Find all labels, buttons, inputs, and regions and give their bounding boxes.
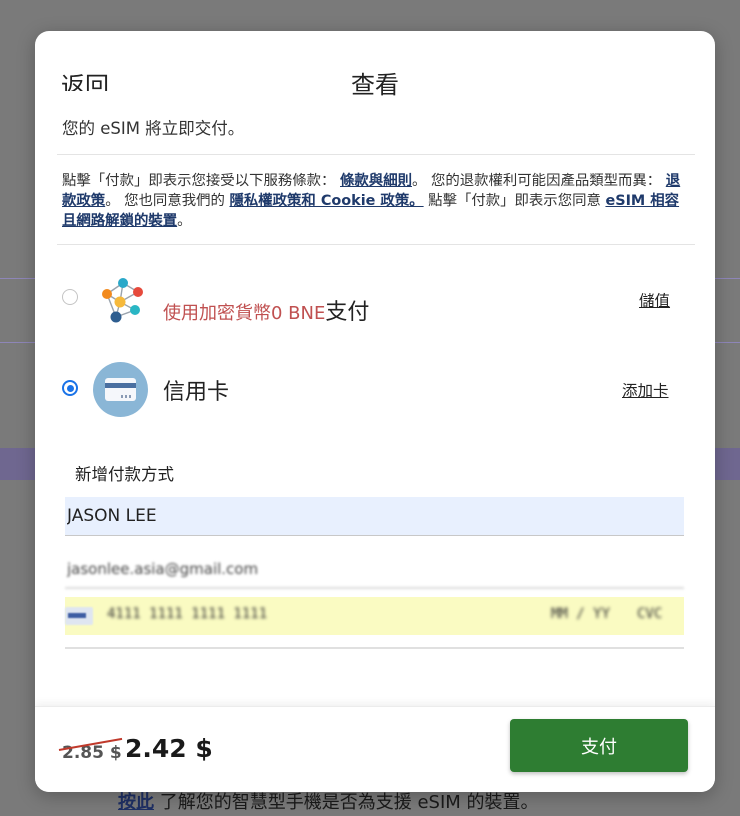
terms-text: 點擊「付款」即表示您接受以下服務條款： 條款與細則。 您的退款權利可能因產品類型… [62,171,686,231]
cardholder-name-input[interactable] [65,497,684,536]
credit-card-label: 信用卡 [163,380,230,405]
checkout-footer: 2.85 $ 2.42 $ 支付 [35,706,715,792]
discounted-price: 2.42 $ [125,734,213,763]
divider [57,154,695,155]
terms-text-part: 點擊「付款」即表示您同意 [423,193,606,209]
terms-text-part: 。 您也同意我們的 [105,193,230,209]
credit-card-icon [93,362,148,417]
privacy-policy-link[interactable]: 隱私權政策和 Cookie 政策。 [229,193,423,209]
terms-text-part: 。 您的退款權利可能因產品類型而異： [411,173,662,189]
email-input[interactable] [65,551,684,589]
card-field-underline [65,647,684,649]
top-up-link[interactable]: 儲值 [639,289,670,311]
modal-title: 查看 [351,71,399,99]
backdrop-footer-text: 了解您的智慧型手機是否為支援 eSIM 的裝置。 [154,792,539,813]
crypto-pay-label: 支付 [325,300,370,325]
card-number-input[interactable]: 4111 1111 1111 1111 [107,606,267,622]
credit-card-radio[interactable] [62,380,78,396]
add-payment-method-title: 新增付款方式 [75,465,174,484]
card-cvc-input[interactable]: CVC [637,606,662,622]
terms-link[interactable]: 條款與細則 [340,173,412,189]
esim-compatibility-link[interactable]: 按此 [118,792,154,813]
crypto-network-icon [102,278,143,323]
add-card-link[interactable]: 添加卡 [622,379,669,401]
terms-text-part: 。 [177,213,192,229]
card-brand-icon [65,607,93,625]
terms-text-part: 點擊「付款」即表示您接受以下服務條款： [62,173,336,189]
crypto-balance-label: 使用加密貨幣0 BNE [163,303,326,324]
divider [57,244,695,245]
pay-button[interactable]: 支付 [510,719,688,772]
card-details-field[interactable]: 4111 1111 1111 1111 MM / YY CVC [65,597,684,635]
card-expiry-input[interactable]: MM / YY [551,606,610,622]
crypto-option-label: 使用加密貨幣0 BNE支付 [163,294,369,326]
crypto-payment-radio[interactable] [62,289,78,305]
delivery-note: 您的 eSIM 將立即交付。 [62,119,245,138]
checkout-modal: 返回 查看 您的 eSIM 將立即交付。 點擊「付款」即表示您接受以下服務條款：… [35,31,715,792]
